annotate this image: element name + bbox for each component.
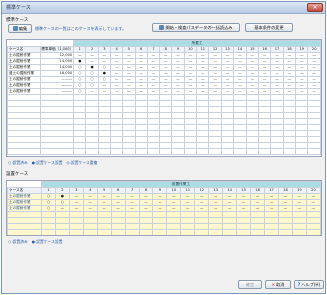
top-hint-text: 標準ケースの一覧はこのケースを表示しています。 [35, 26, 127, 31]
grid-cell[interactable] [180, 229, 196, 235]
grid-cell[interactable] [40, 229, 56, 235]
help-button-label: ヘルプ(H) [301, 282, 321, 287]
grid-cell[interactable] [222, 229, 238, 235]
grid-cell[interactable] [236, 229, 252, 235]
grid-cell[interactable] [146, 148, 161, 155]
cancel-icon: ✕ [271, 282, 276, 287]
edit-button-label: 編集 [18, 26, 28, 31]
top-table: 所要工 ケース名 標準単価（1,000） 1 2 3 4 5 6 7 8 9 10 11 12 13 14… [7, 40, 321, 155]
grid-cell[interactable] [82, 229, 98, 235]
grid-cell[interactable] [110, 229, 126, 235]
dialog-window: 標準ケース ✕ 標準ケース 編集 標準ケースの一覧はこのケースを表示しています。… [1, 1, 326, 294]
grid-cell[interactable] [97, 148, 111, 155]
grid-cell[interactable] [257, 148, 272, 155]
grid-cell[interactable] [307, 148, 321, 155]
help-icon: ? [297, 282, 301, 287]
grid-cell[interactable] [196, 148, 210, 155]
top-legend: ○:設置済み ●:設置ケース設置 ◎:設置ケース重複 [8, 160, 98, 165]
help-button[interactable]: ?ヘルプ(H) [294, 280, 324, 289]
grid-cell[interactable] [194, 229, 210, 235]
grid-cell[interactable] [295, 148, 309, 155]
grid-cell[interactable] [291, 229, 307, 235]
grid-cell[interactable] [122, 148, 136, 155]
grid-cell[interactable] [159, 148, 173, 155]
table-row[interactable] [7, 148, 321, 155]
grid-cell[interactable] [220, 148, 235, 155]
grid-cell[interactable] [85, 148, 99, 155]
edit-icon [12, 26, 18, 31]
import-button-label: 開始・検査パスデータの一括読込み [165, 25, 233, 30]
ok-button[interactable]: 確定 [238, 280, 262, 289]
grid-cell[interactable] [68, 229, 84, 235]
change-conditions-label: 基本条件の変更 [254, 25, 284, 30]
grid-cell[interactable] [109, 148, 124, 155]
grid-cell[interactable] [282, 148, 297, 155]
import-button[interactable]: 開始・検査パスデータの一括読込み [152, 23, 240, 32]
grid-cell[interactable] [96, 229, 112, 235]
change-conditions-button[interactable]: 基本条件の変更 [245, 23, 293, 32]
cancel-button[interactable]: ✕取消 [265, 280, 291, 289]
top-section-title: 標準ケース [6, 18, 29, 23]
grid-cell[interactable] [134, 148, 148, 155]
case-name-cell[interactable] [7, 229, 42, 235]
grid-cell[interactable] [152, 229, 168, 235]
bottom-legend: ○:設置済み ●:設置ケース設置 [8, 239, 63, 244]
bottom-section-title: 設置ケース [6, 172, 29, 177]
grid-cell[interactable] [183, 148, 198, 155]
grid-cell[interactable] [124, 229, 140, 235]
top-grid: 所要工 ケース名 標準単価（1,000） 1 2 3 4 5 6 7 8 9 10 11 12 13 14… [6, 39, 322, 157]
table-row[interactable] [7, 229, 321, 235]
case-name-cell[interactable] [7, 148, 42, 155]
grid-cell[interactable] [208, 148, 222, 155]
title-bar: 標準ケース ✕ [2, 2, 325, 14]
grid-cell[interactable] [171, 148, 185, 155]
window-title: 標準ケース [6, 5, 31, 11]
grid-cell[interactable] [233, 148, 247, 155]
grid-cell[interactable] [305, 229, 321, 235]
bottom-table: 設置作業工 ケース名 1 2 3 4 5 6 7 8 9 10 11 12 13 14 15 16 17 18 19… [7, 181, 321, 235]
amount-cell [40, 148, 75, 155]
col-amount: 標準単価（1,000） [40, 46, 75, 53]
grid-cell[interactable] [54, 229, 70, 235]
close-icon[interactable]: ✕ [307, 3, 323, 12]
grid-cell[interactable] [208, 229, 224, 235]
edit-button[interactable]: 編集 [8, 24, 32, 33]
grid-cell[interactable] [250, 229, 266, 235]
grid-cell[interactable] [270, 148, 284, 155]
grid-cell[interactable] [264, 229, 279, 235]
cancel-button-label: 取消 [276, 282, 285, 287]
grid-cell[interactable] [138, 229, 154, 235]
ok-button-label: 確定 [245, 282, 255, 287]
grid-cell[interactable] [278, 229, 293, 235]
grid-cell[interactable] [245, 148, 259, 155]
bottom-grid: 設置作業工 ケース名 1 2 3 4 5 6 7 8 9 10 11 12 13 14 15 16 17 18 19… [6, 180, 322, 236]
grid-cell[interactable] [166, 229, 182, 235]
import-icon [159, 25, 165, 30]
grid-cell[interactable] [73, 148, 87, 155]
